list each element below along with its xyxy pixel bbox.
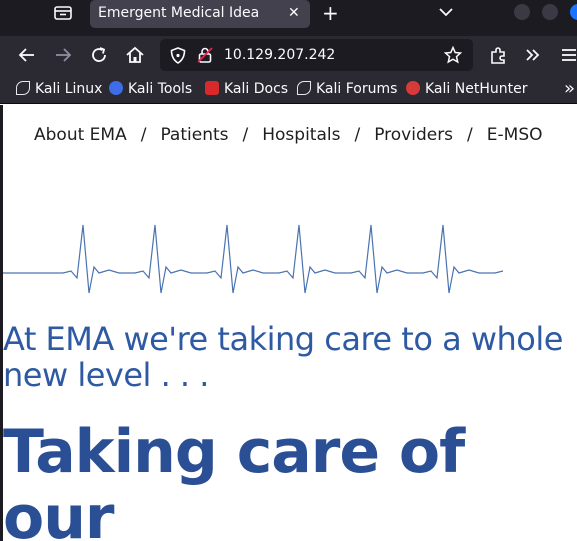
shield-icon[interactable] — [170, 47, 186, 68]
site-nav: About EMA / Patients / Hospitals / Providers / E… — [34, 125, 543, 145]
nav-link-patients[interactable]: Patients — [160, 125, 228, 145]
hero-headline: Taking care of our — [3, 417, 465, 541]
nav-toolbar: 10.129.207.242 — [0, 36, 577, 74]
kali-dragon-icon — [16, 81, 30, 95]
bookmark-label: Kali Forums — [316, 81, 398, 97]
extensions-icon[interactable] — [487, 44, 509, 66]
url-text[interactable]: 10.129.207.242 — [224, 47, 335, 63]
tab-title: Emergent Medical Idea — [98, 5, 260, 21]
nav-separator: / — [242, 125, 249, 145]
bookmark-label: Kali Linux — [35, 81, 103, 97]
bookmark-kali-docs[interactable]: Kali Docs — [205, 81, 288, 99]
back-icon[interactable] — [16, 44, 38, 66]
minimize-window-icon[interactable] — [514, 4, 530, 20]
toolbar-overflow-icon[interactable] — [522, 44, 544, 66]
bookmark-label: Kali Tools — [128, 81, 193, 97]
nav-separator: / — [354, 125, 361, 145]
bookmark-label: Kali NetHunter — [425, 81, 528, 97]
bookmarks-toolbar: Kali Linux Kali Tools Kali Docs Kali For… — [0, 74, 577, 104]
home-icon[interactable] — [124, 44, 146, 66]
nav-separator: / — [140, 125, 147, 145]
maximize-window-icon[interactable] — [542, 4, 558, 20]
insecure-lock-icon[interactable] — [196, 46, 214, 68]
app-menu-icon[interactable] — [558, 44, 577, 66]
nav-link-providers[interactable]: Providers — [374, 125, 453, 145]
kali-tools-icon — [109, 81, 123, 95]
web-page: About EMA / Patients / Hospitals / Providers / E… — [0, 105, 577, 541]
active-tab[interactable]: Emergent Medical Idea ✕ — [90, 0, 310, 28]
nethunter-icon — [406, 81, 420, 95]
nav-link-about[interactable]: About EMA — [34, 125, 127, 145]
close-window-icon[interactable] — [570, 4, 577, 20]
tab-list-icon[interactable] — [54, 5, 72, 21]
nav-separator: / — [467, 125, 473, 145]
new-tab-button[interactable]: + — [322, 1, 339, 25]
tagline: At EMA we're taking care to a whole new … — [3, 320, 563, 394]
bookmark-kali-nethunter[interactable]: Kali NetHunter — [406, 81, 527, 99]
bookmark-star-icon[interactable] — [443, 45, 463, 68]
nav-link-emso[interactable]: E-MSO — [487, 125, 543, 145]
bookmark-kali-linux[interactable]: Kali Linux — [16, 81, 102, 99]
bookmark-label: Kali Docs — [224, 81, 289, 97]
forward-icon[interactable] — [52, 44, 74, 66]
reload-icon[interactable] — [88, 44, 110, 66]
tab-list-chevron-icon[interactable] — [438, 4, 454, 20]
nav-link-hospitals[interactable]: Hospitals — [262, 125, 340, 145]
kali-dragon-icon — [297, 81, 311, 95]
heartbeat-line-graphic — [3, 224, 503, 294]
bookmark-kali-forums[interactable]: Kali Forums — [297, 81, 397, 99]
tab-close-icon[interactable]: ✕ — [288, 5, 300, 21]
bookmarks-overflow-icon[interactable]: » — [564, 78, 575, 99]
tab-bar: Emergent Medical Idea ✕ + — [0, 0, 577, 36]
kali-docs-icon — [205, 81, 219, 95]
bookmark-kali-tools[interactable]: Kali Tools — [109, 81, 192, 99]
url-bar[interactable]: 10.129.207.242 — [160, 39, 473, 71]
